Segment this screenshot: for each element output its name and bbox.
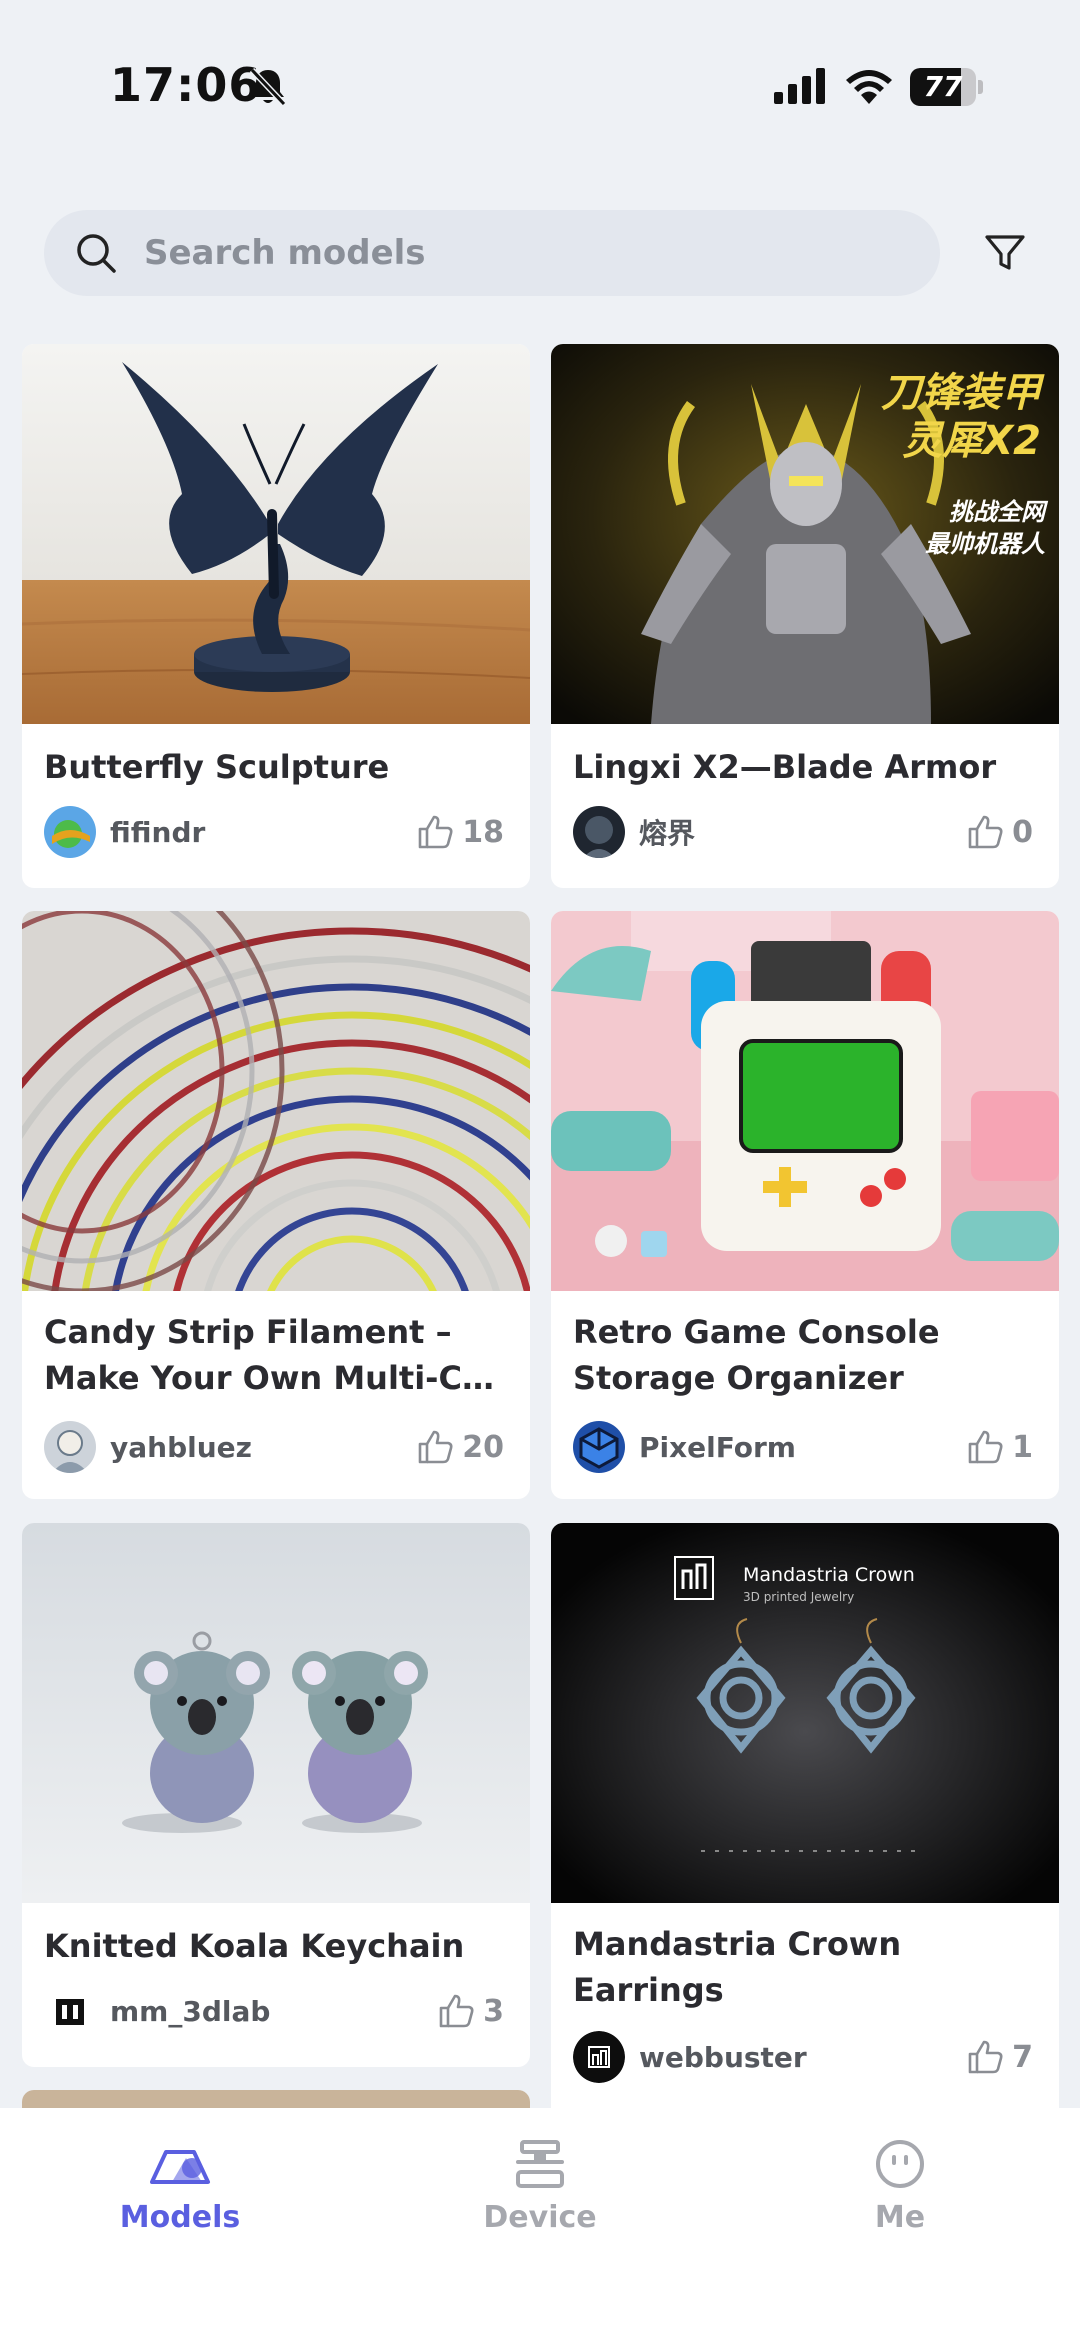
like-button[interactable]: 20 bbox=[416, 1421, 504, 1473]
avatar bbox=[44, 1985, 96, 2037]
avatar bbox=[44, 1421, 96, 1473]
nav-label-device: Device bbox=[483, 2200, 597, 2235]
author-name: fifindr bbox=[110, 815, 206, 849]
thumbs-up-icon bbox=[418, 815, 453, 849]
model-author[interactable]: mm_3dlab bbox=[44, 1985, 270, 2037]
bottom-navigation: Models Device Me bbox=[0, 2108, 1080, 2348]
avatar bbox=[573, 806, 625, 858]
like-count: 18 bbox=[462, 814, 504, 850]
like-button[interactable]: 0 bbox=[966, 806, 1033, 858]
smiley-icon bbox=[876, 2140, 924, 2188]
candy-strip-filament-image bbox=[22, 911, 530, 1291]
avatar bbox=[573, 2031, 625, 2083]
model-card[interactable]: 刀锋装甲 灵犀X2 挑战全网 最帅机器人 Lingxi X2—Blade Arm… bbox=[551, 344, 1059, 888]
like-count: 0 bbox=[1012, 814, 1033, 850]
nav-tab-models[interactable]: Models bbox=[80, 2138, 280, 2248]
model-card[interactable]: Candy Strip Filament – Make Your Own Mul… bbox=[22, 911, 530, 1499]
author-name: yahbluez bbox=[110, 1430, 252, 1464]
thumbs-up-icon bbox=[418, 1430, 453, 1464]
bell-muted-icon bbox=[249, 67, 287, 107]
filter-icon[interactable] bbox=[980, 228, 1030, 278]
like-button[interactable]: 3 bbox=[437, 1985, 504, 2037]
model-thumbnail[interactable] bbox=[22, 344, 530, 724]
like-count: 1 bbox=[1012, 1429, 1033, 1465]
earrings-subtitle-text: 3D printed Jewelry bbox=[743, 1590, 854, 1604]
retro-game-console-image bbox=[551, 911, 1059, 1291]
avatar bbox=[44, 806, 96, 858]
nav-label-me: Me bbox=[874, 2200, 926, 2235]
status-time: 17:06 bbox=[110, 58, 262, 112]
like-count: 20 bbox=[462, 1429, 504, 1465]
model-thumbnail[interactable] bbox=[22, 911, 530, 1291]
model-thumbnail[interactable] bbox=[22, 1523, 530, 1903]
model-title[interactable]: Mandastria Crown Earrings bbox=[573, 1921, 1043, 2013]
author-name: 熔界 bbox=[639, 817, 696, 850]
like-count: 7 bbox=[1012, 2039, 1033, 2075]
promo-text-line-2: 灵犀X2 bbox=[902, 418, 1041, 464]
model-thumbnail[interactable] bbox=[551, 911, 1059, 1291]
battery-level: 77 bbox=[923, 70, 963, 103]
like-count: 3 bbox=[483, 1993, 504, 2029]
like-button[interactable]: 18 bbox=[416, 806, 504, 858]
thumbs-up-icon bbox=[439, 1994, 474, 2028]
knitted-koala-image bbox=[22, 1523, 530, 1903]
model-author[interactable]: webbuster bbox=[573, 2031, 807, 2083]
search-icon bbox=[77, 234, 116, 273]
nav-tab-device[interactable]: Device bbox=[440, 2138, 640, 2248]
model-author[interactable]: yahbluez bbox=[44, 1421, 252, 1473]
author-name: mm_3dlab bbox=[110, 1994, 271, 2028]
model-title[interactable]: Lingxi X2—Blade Armor bbox=[573, 744, 1043, 790]
blade-armor-robot-image: 刀锋装甲 灵犀X2 挑战全网 最帅机器人 bbox=[551, 344, 1059, 724]
model-author[interactable]: fifindr bbox=[44, 806, 205, 858]
model-thumbnail[interactable]: 刀锋装甲 灵犀X2 挑战全网 最帅机器人 bbox=[551, 344, 1059, 724]
model-thumbnail[interactable]: Mandastria Crown 3D printed Jewelry bbox=[551, 1523, 1059, 1903]
model-author[interactable]: 熔界 bbox=[573, 806, 695, 858]
model-title[interactable]: Retro Game Console Storage Organizer bbox=[573, 1309, 1043, 1401]
like-button[interactable]: 1 bbox=[966, 1421, 1033, 1473]
cellular-signal-icon bbox=[774, 68, 825, 104]
model-title[interactable]: Candy Strip Filament – Make Your Own Mul… bbox=[44, 1309, 514, 1401]
like-button[interactable]: 7 bbox=[966, 2031, 1033, 2083]
status-bar: 17:06 77 bbox=[0, 0, 1080, 180]
avatar bbox=[573, 1421, 625, 1473]
promo-text-line-3: 挑战全网 bbox=[949, 498, 1049, 526]
nav-tab-me[interactable]: Me bbox=[800, 2138, 1000, 2248]
thumbs-up-icon bbox=[968, 2040, 1003, 2074]
earrings-brand-text: Mandastria Crown bbox=[743, 1564, 915, 1586]
model-author[interactable]: PixelForm bbox=[573, 1421, 796, 1473]
author-name: webbuster bbox=[639, 2040, 807, 2074]
nav-label-models: Models bbox=[119, 2200, 241, 2235]
mandastria-earrings-image: Mandastria Crown 3D printed Jewelry bbox=[551, 1523, 1059, 1903]
butterfly-sculpture-image bbox=[22, 344, 530, 724]
wifi-icon bbox=[846, 70, 892, 104]
thumbs-up-icon bbox=[968, 1430, 1003, 1464]
search-input[interactable] bbox=[144, 210, 904, 296]
thumbs-up-icon bbox=[968, 815, 1003, 849]
promo-text-line-4: 最帅机器人 bbox=[925, 530, 1045, 558]
models-icon bbox=[150, 2150, 210, 2184]
model-card[interactable]: Butterfly Sculpture fifindr 18 bbox=[22, 344, 530, 888]
model-card[interactable]: Knitted Koala Keychain mm_3dlab 3 bbox=[22, 1523, 530, 2067]
model-card[interactable]: Mandastria Crown 3D printed Jewelry Mand… bbox=[551, 1523, 1059, 2123]
model-title[interactable]: Butterfly Sculpture bbox=[44, 744, 514, 790]
author-name: PixelForm bbox=[639, 1430, 796, 1464]
model-title[interactable]: Knitted Koala Keychain bbox=[44, 1923, 514, 1969]
model-card[interactable]: Retro Game Console Storage Organizer Pix… bbox=[551, 911, 1059, 1499]
battery-icon: 77 bbox=[910, 68, 984, 106]
search-bar[interactable] bbox=[44, 210, 940, 296]
printer-icon bbox=[516, 2140, 564, 2188]
promo-text-line-1: 刀锋装甲 bbox=[881, 370, 1045, 416]
